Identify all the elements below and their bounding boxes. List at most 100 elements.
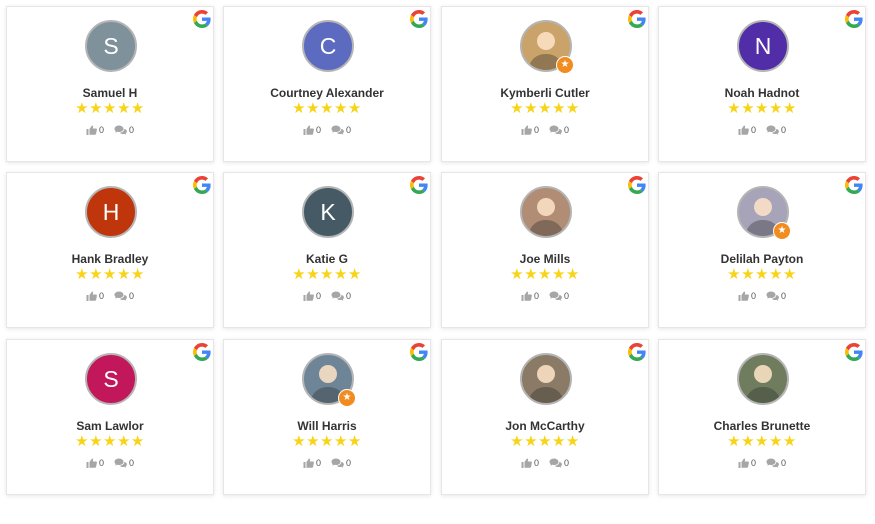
avatar[interactable] xyxy=(520,186,572,238)
review-card[interactable]: N Noah Hadnot ★★★★★ 0 0 xyxy=(658,6,866,162)
review-stats: 0 0 xyxy=(224,458,430,468)
google-icon[interactable] xyxy=(410,10,428,28)
review-card[interactable]: K Katie G ★★★★★ 0 0 xyxy=(223,172,431,328)
avatar[interactable]: C xyxy=(302,20,354,72)
comments[interactable]: 0 xyxy=(114,458,134,468)
review-card[interactable]: Charles Brunette ★★★★★ 0 0 xyxy=(658,339,866,495)
star-icon: ★ xyxy=(782,100,797,117)
reviewer-name[interactable]: Noah Hadnot xyxy=(659,86,865,100)
reviewer-name[interactable]: Kymberli Cutler xyxy=(442,86,648,100)
likes[interactable]: 0 xyxy=(738,458,756,468)
comments[interactable]: 0 xyxy=(114,291,134,301)
google-icon[interactable] xyxy=(628,10,646,28)
likes[interactable]: 0 xyxy=(86,125,104,135)
star-icon: ★ xyxy=(538,433,552,450)
google-icon[interactable] xyxy=(410,343,428,361)
avatar-image xyxy=(520,186,572,238)
star-rating: ★★★★★ xyxy=(7,434,213,450)
avatar[interactable]: S xyxy=(85,20,137,72)
star-icon: ★ xyxy=(755,433,769,450)
avatar[interactable] xyxy=(737,353,789,405)
review-stats: 0 0 xyxy=(659,458,865,468)
comments[interactable]: 0 xyxy=(114,125,134,135)
google-icon[interactable] xyxy=(410,176,428,194)
review-card[interactable]: ★ Kymberli Cutler ★★★★★ 0 0 xyxy=(441,6,649,162)
reviewer-name[interactable]: Hank Bradley xyxy=(7,252,213,266)
likes-count: 0 xyxy=(750,125,756,135)
comments[interactable]: 0 xyxy=(331,125,351,135)
likes[interactable]: 0 xyxy=(738,125,756,135)
reviewer-name[interactable]: Charles Brunette xyxy=(659,419,865,433)
google-icon[interactable] xyxy=(845,343,863,361)
google-icon[interactable] xyxy=(845,10,863,28)
comments-count: 0 xyxy=(564,291,570,301)
comments-count: 0 xyxy=(346,458,352,468)
comments-count: 0 xyxy=(564,125,570,135)
comments[interactable]: 0 xyxy=(766,291,786,301)
likes[interactable]: 0 xyxy=(86,291,104,301)
comments[interactable]: 0 xyxy=(549,458,569,468)
likes[interactable]: 0 xyxy=(521,291,539,301)
star-rating: ★★★★★ xyxy=(442,267,648,283)
review-card[interactable]: Joe Mills ★★★★★ 0 0 xyxy=(441,172,649,328)
reviewer-name[interactable]: Katie G xyxy=(224,252,430,266)
reviewer-name[interactable]: Jon McCarthy xyxy=(442,419,648,433)
star-icon: ★ xyxy=(551,100,566,117)
comments[interactable]: 0 xyxy=(549,125,569,135)
review-card[interactable]: S Sam Lawlor ★★★★★ 0 0 xyxy=(6,339,214,495)
review-card[interactable]: C Courtney Alexander ★★★★★ 0 0 xyxy=(223,6,431,162)
thumbs-up-icon xyxy=(86,291,97,301)
avatar[interactable]: K xyxy=(302,186,354,238)
reviewer-name[interactable]: Will Harris xyxy=(224,419,430,433)
likes[interactable]: 0 xyxy=(303,291,321,301)
reviewer-name[interactable]: Delilah Payton xyxy=(659,252,865,266)
avatar[interactable]: H xyxy=(85,186,137,238)
comments-count: 0 xyxy=(129,458,135,468)
avatar[interactable]: S xyxy=(85,353,137,405)
likes[interactable]: 0 xyxy=(86,458,104,468)
google-icon[interactable] xyxy=(193,176,211,194)
google-icon[interactable] xyxy=(193,343,211,361)
star-icon: ★ xyxy=(103,266,117,283)
reviewer-name[interactable]: Courtney Alexander xyxy=(224,86,430,100)
avatar[interactable]: ★ xyxy=(302,353,356,407)
reviewer-name[interactable]: Samuel H xyxy=(7,86,213,100)
avatar[interactable]: ★ xyxy=(520,20,574,74)
likes[interactable]: 0 xyxy=(738,291,756,301)
google-icon[interactable] xyxy=(628,176,646,194)
review-card[interactable]: Jon McCarthy ★★★★★ 0 0 xyxy=(441,339,649,495)
avatar[interactable]: ★ xyxy=(737,186,791,240)
google-icon[interactable] xyxy=(628,343,646,361)
comments[interactable]: 0 xyxy=(331,458,351,468)
comments[interactable]: 0 xyxy=(766,458,786,468)
thumbs-up-icon xyxy=(303,458,314,468)
likes-count: 0 xyxy=(533,291,539,301)
likes[interactable]: 0 xyxy=(303,125,321,135)
star-icon: ★ xyxy=(306,433,321,450)
avatar[interactable]: N xyxy=(737,20,789,72)
comments[interactable]: 0 xyxy=(549,291,569,301)
star-icon: ★ xyxy=(347,433,362,450)
avatar[interactable] xyxy=(520,353,572,405)
review-card[interactable]: S Samuel H ★★★★★ 0 0 xyxy=(6,6,214,162)
star-icon: ★ xyxy=(551,433,566,450)
review-card[interactable]: ★ Delilah Payton ★★★★★ 0 0 xyxy=(658,172,866,328)
comments[interactable]: 0 xyxy=(331,291,351,301)
google-icon[interactable] xyxy=(845,176,863,194)
avatar-image: S xyxy=(85,353,137,405)
star-icon: ★ xyxy=(538,100,552,117)
likes[interactable]: 0 xyxy=(303,458,321,468)
likes[interactable]: 0 xyxy=(521,125,539,135)
review-card[interactable]: H Hank Bradley ★★★★★ 0 0 xyxy=(6,172,214,328)
likes[interactable]: 0 xyxy=(521,458,539,468)
star-icon: ★ xyxy=(510,433,525,450)
star-icon: ★ xyxy=(320,266,334,283)
review-card[interactable]: ★ Will Harris ★★★★★ 0 0 xyxy=(223,339,431,495)
thumbs-up-icon xyxy=(521,125,532,135)
comments[interactable]: 0 xyxy=(766,125,786,135)
local-guide-badge-icon: ★ xyxy=(773,222,791,240)
star-icon: ★ xyxy=(89,266,104,283)
reviewer-name[interactable]: Sam Lawlor xyxy=(7,419,213,433)
reviewer-name[interactable]: Joe Mills xyxy=(442,252,648,266)
google-icon[interactable] xyxy=(193,10,211,28)
